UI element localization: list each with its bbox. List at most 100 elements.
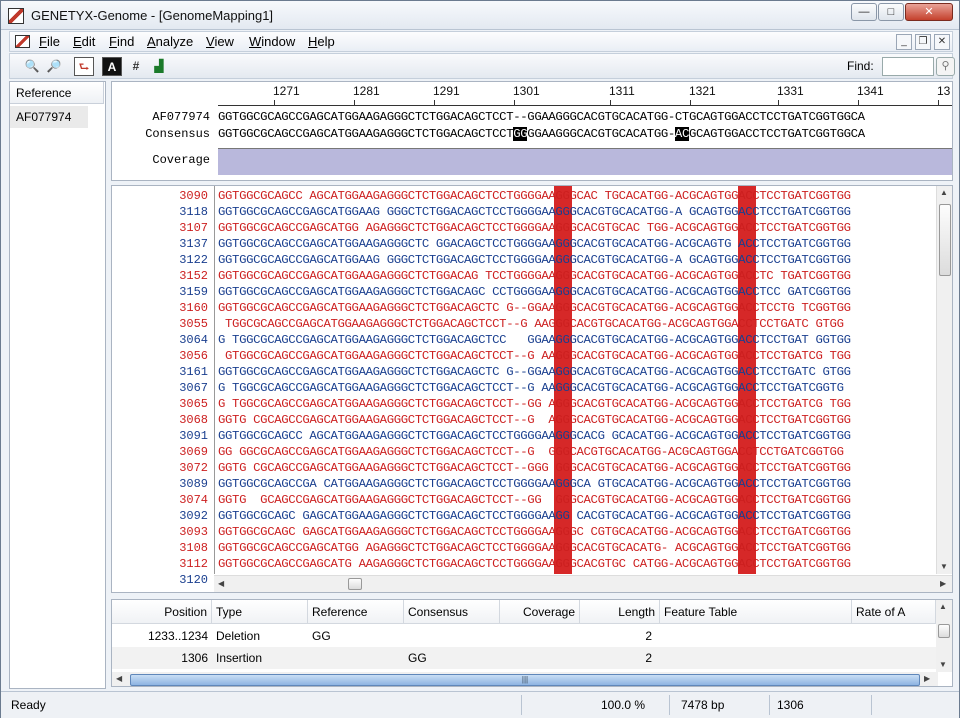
read-sequence: GGTGGCGCAGCCGAGCATGGAAGAGGGCTCTGGACAGCTC… (218, 301, 851, 315)
menu-help[interactable]: Help (308, 34, 335, 49)
reference-panel: Reference AF077974 (9, 81, 106, 689)
read-sequence: GGTGGCGCAGC GAGCATGGAAGAGGGCTCTGGACAGCTC… (218, 509, 851, 523)
read-id: 3056 (179, 349, 208, 363)
table-cell-reference[interactable] (308, 647, 404, 669)
table-cell-coverage[interactable] (500, 647, 580, 669)
ruler-label: 1311 (609, 84, 635, 98)
grid-icon[interactable]: # (126, 57, 146, 76)
read-sequence: GGTGGCGCAGCCGAGCATGG AGAGGGCTCTGGACAGCTC… (218, 221, 851, 235)
read-id: 3122 (179, 253, 208, 267)
scroll-up-icon[interactable]: ▲ (939, 602, 947, 611)
find-options-icon[interactable]: ⚲ (936, 57, 955, 76)
minimize-button[interactable]: — (851, 3, 877, 21)
read-sequence: GTGGCGCAGCCGAGCATGGAAGAGGGCTCTGGACAGCTCC… (218, 349, 851, 363)
table-cell-position[interactable]: 1306 (112, 647, 212, 669)
read-sequence: GGTGGCGCAGCCGAGCATG AAGAGGGCTCTGGACAGCTC… (218, 557, 851, 571)
col-header-consensus[interactable]: Consensus (404, 600, 500, 624)
scroll-right-icon[interactable]: ▶ (924, 674, 930, 683)
menu-edit[interactable]: Edit (73, 34, 95, 49)
table-vscroll-thumb[interactable] (938, 624, 950, 638)
read-sequence: G TGGCGCAGCCGAGCATGGAAGAGGGCTCTGGACAGCTC… (218, 397, 851, 411)
document-icon[interactable] (15, 35, 30, 48)
read-id: 3065 (179, 397, 208, 411)
zoom-in-icon[interactable]: 🔍 (22, 57, 42, 76)
read-sequence: GGTGGCGCAGCCGAGCATGGAAG GGGCTCTGGACAGCTC… (218, 253, 851, 267)
reference-header[interactable]: Reference (10, 82, 104, 104)
read-sequence: GG GGCGCAGCCGAGCATGGAAGAGGGCTCTGGACAGCTC… (218, 445, 844, 459)
table-cell-type[interactable]: Deletion (212, 625, 308, 647)
text-mode-icon[interactable]: A (102, 57, 122, 76)
reads-panel: 3090 GGTGGCGCAGCC AGCATGGAAGAGGGCTCTGGACA… (111, 185, 953, 593)
table-cell-length[interactable]: 2 (580, 647, 656, 669)
reads-horizontal-scrollbar[interactable]: ◀ ▶ (214, 575, 952, 592)
read-id: 3068 (179, 413, 208, 427)
read-id: 3108 (179, 541, 208, 555)
col-header-type[interactable]: Type (212, 600, 308, 624)
read-sequence: GGTG CGCAGCCGAGCATGGAAGAGGGCTCTGGACAGCTC… (218, 461, 851, 475)
reference-item[interactable]: AF077974 (10, 106, 88, 128)
menu-view[interactable]: View (206, 34, 234, 49)
mdi-close-button[interactable]: ✕ (934, 34, 950, 50)
ruler-label: 13 (937, 84, 951, 98)
scroll-left-icon[interactable]: ◀ (116, 674, 122, 683)
table-hscroll-thumb[interactable]: ||| (130, 674, 920, 686)
status-position: 1306 (777, 698, 804, 712)
read-sequence: GGTGGCGCAGC GAGCATGGAAGAGGGCTCTGGACAGCTC… (218, 525, 851, 539)
variant-table: Position Type Reference Consensus Covera… (111, 599, 953, 687)
menu-window[interactable]: Window (249, 34, 295, 49)
col-header-rate[interactable]: Rate of A (852, 600, 936, 624)
read-sequence: GGTGGCGCAGCCGAGCATGGAAGAGGGCTCTGGACAGCTC… (218, 365, 851, 379)
status-divider (769, 695, 770, 715)
table-vertical-scrollbar[interactable]: ▲ ▼ (936, 600, 952, 672)
scroll-down-icon[interactable]: ▼ (940, 562, 948, 571)
menu-analyze[interactable]: Analyze (147, 34, 193, 49)
table-cell-type[interactable]: Insertion (212, 647, 308, 669)
table-cell-consensus[interactable] (404, 625, 500, 647)
mdi-restore-button[interactable]: ❐ (915, 34, 931, 50)
title-bar: GENETYX-Genome - [GenomeMapping1] — □ ✕ (1, 1, 959, 30)
menu-find[interactable]: Find (109, 34, 134, 49)
close-button[interactable]: ✕ (905, 3, 953, 21)
read-id: 3120 (179, 573, 208, 587)
scroll-left-icon[interactable]: ◀ (218, 579, 224, 588)
col-header-length[interactable]: Length (580, 600, 660, 624)
col-header-coverage[interactable]: Coverage (500, 600, 580, 624)
read-sequence: GGTGGCGCAGCC AGCATGGAAGAGGGCTCTGGACAGCTC… (218, 189, 851, 203)
find-label: Find: (847, 59, 874, 73)
read-id: 3118 (179, 205, 208, 219)
col-header-reference[interactable]: Reference (308, 600, 404, 624)
read-id: 3074 (179, 493, 208, 507)
read-id: 3064 (179, 333, 208, 347)
scroll-right-icon[interactable]: ▶ (940, 579, 946, 588)
scroll-down-icon[interactable]: ▼ (939, 660, 947, 669)
read-id: 3067 (179, 381, 208, 395)
read-sequence: GGTGGCGCAGCC AGCATGGAAGAGGGCTCTGGACAGCTC… (218, 429, 851, 443)
read-id: 3089 (179, 477, 208, 491)
mdi-minimize-button[interactable]: _ (896, 34, 912, 50)
col-header-position[interactable]: Position (112, 600, 212, 624)
zoom-out-icon[interactable]: 🔎 (44, 57, 64, 76)
table-cell-coverage[interactable] (500, 625, 580, 647)
table-cell-length[interactable]: 2 (580, 625, 656, 647)
table-cell-consensus[interactable]: GG (404, 647, 500, 669)
reads-vscroll-thumb[interactable] (939, 204, 951, 276)
coverage-track (218, 148, 952, 175)
histogram-icon[interactable]: ▟ (149, 57, 169, 76)
ruler-label: 1271 (273, 84, 300, 98)
reads-hscroll-thumb[interactable] (348, 578, 362, 590)
status-percent: 100.0 % (601, 698, 646, 712)
jump-arrow-icon[interactable]: ⮑ (74, 57, 94, 76)
reads-vertical-scrollbar[interactable]: ▲ ▼ (936, 186, 952, 574)
table-cell-reference[interactable]: GG (308, 625, 404, 647)
find-input[interactable] (882, 57, 934, 76)
menu-file[interactable]: File (39, 34, 60, 49)
scroll-up-icon[interactable]: ▲ (940, 188, 948, 197)
table-horizontal-scrollbar[interactable]: ◀ ||| ▶ (112, 672, 938, 686)
table-cell-position[interactable]: 1233..1234 (112, 625, 212, 647)
read-sequence: GGTGGCGCAGCCGAGCATGGAAGAGGGCTC GGACAGCTC… (218, 237, 851, 251)
read-sequence: GGTGGCGCAGCCGA CATGGAAGAGGGCTCTGGACAGCTC… (218, 477, 851, 491)
maximize-button[interactable]: □ (878, 3, 904, 21)
consensus-highlight: AC (674, 127, 689, 141)
ruler-label: 1291 (433, 84, 460, 98)
col-header-feature-table[interactable]: Feature Table (660, 600, 852, 624)
